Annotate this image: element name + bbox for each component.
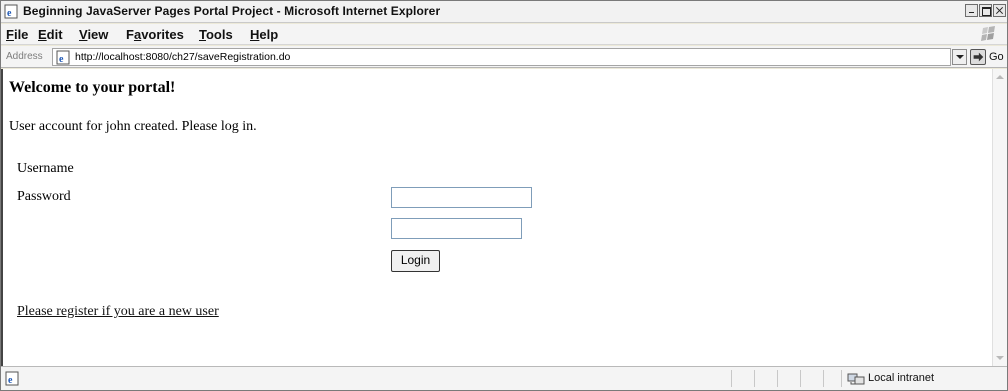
address-label: Address [6,51,43,62]
menu-tools[interactable]: Tools [199,27,233,42]
browser-window: e Beginning JavaServer Pages Portal Proj… [0,0,1008,391]
menu-favorites[interactable]: Favorites [126,27,184,42]
status-bar: e Local intranet [1,366,1007,390]
status-divider [777,370,778,387]
go-button[interactable]: Go [970,48,1006,66]
address-input[interactable]: e http://localhost:8080/ch27/saveRegistr… [52,48,951,66]
vertical-scrollbar[interactable] [992,69,1007,366]
window-title: Beginning JavaServer Pages Portal Projec… [23,4,441,18]
svg-text:e: e [7,8,12,19]
svg-text:e: e [8,375,13,386]
status-divider [823,370,824,387]
go-label: Go [989,51,1004,63]
scroll-up-icon[interactable] [996,75,1004,79]
title-bar: e Beginning JavaServer Pages Portal Proj… [1,1,1007,23]
ie-page-icon: e [56,50,70,65]
status-divider [754,370,755,387]
minimize-button[interactable] [965,4,978,17]
address-dropdown-button[interactable] [952,49,967,65]
ie-page-icon: e [5,371,19,386]
status-divider [800,370,801,387]
password-label: Password [17,189,71,204]
username-label: Username [17,161,74,176]
status-divider [731,370,732,387]
svg-text:e: e [59,54,64,65]
scroll-down-icon[interactable] [996,356,1004,360]
username-input[interactable] [391,187,532,208]
menu-bar: File Edit View Favorites Tools Help [1,24,1007,45]
close-button[interactable] [993,4,1006,17]
security-zone: Local intranet [868,372,935,384]
menu-file[interactable]: File [6,27,28,42]
maximize-button[interactable] [979,4,992,17]
windows-logo-icon [981,26,995,41]
green-arrow-icon [970,49,986,65]
login-button[interactable]: Login [391,250,440,272]
address-bar: Address e http://localhost:8080/ch27/sav… [1,46,1007,68]
menu-view[interactable]: View [79,27,108,42]
menu-help[interactable]: Help [250,27,278,42]
password-input[interactable] [391,218,522,239]
address-url: http://localhost:8080/ch27/saveRegistrat… [75,51,291,63]
menu-edit[interactable]: Edit [38,27,63,42]
status-divider [841,370,842,387]
page-heading: Welcome to your portal! [9,79,176,96]
intranet-icon [847,373,865,385]
status-message: User account for john created. Please lo… [9,119,257,134]
window-controls [964,4,1006,19]
register-link[interactable]: Please register if you are a new user [17,304,219,320]
ie-page-icon: e [4,4,18,19]
